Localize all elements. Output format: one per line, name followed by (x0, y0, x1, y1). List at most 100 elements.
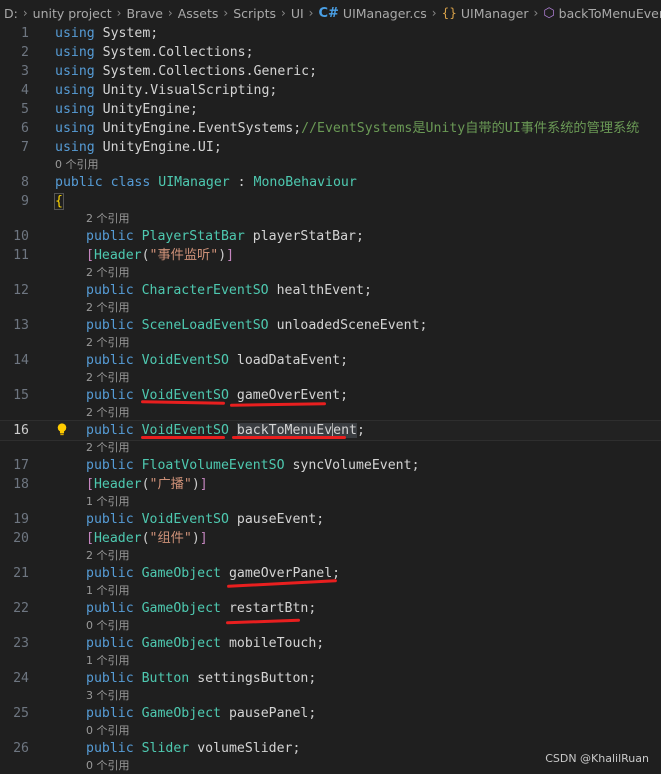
field-name: settingsButton (197, 671, 309, 686)
codelens-label[interactable]: 1 个引用 (86, 583, 130, 599)
line-number: 4 (21, 83, 29, 98)
line-number: 15 (13, 388, 29, 403)
line-number: 14 (13, 353, 29, 368)
codelens-label[interactable]: 2 个引用 (86, 440, 130, 456)
breadcrumb-drive[interactable]: D: (4, 6, 18, 21)
colon: : (229, 175, 254, 190)
keyword: public (86, 512, 134, 527)
codelens-references[interactable]: 0 个引用 (0, 723, 661, 739)
bracket: ] (226, 248, 235, 263)
breadcrumb-folder-unity-project[interactable]: unity project (33, 6, 112, 21)
lightbulb-icon[interactable] (56, 423, 68, 436)
field-name: loadDataEvent (236, 353, 341, 368)
red-underline-annotation (232, 436, 346, 439)
code-line: 5 using UnityEngine; (0, 100, 661, 119)
field-name: playerStatBar (252, 229, 356, 244)
field-type: Button (141, 671, 190, 686)
codelens-references[interactable]: 2 个引用 (0, 405, 661, 421)
keyword: using (55, 102, 95, 117)
breadcrumb-class[interactable]: UIManager (461, 6, 529, 21)
class-braces-icon: {} (441, 6, 457, 20)
line-number: 10 (13, 229, 29, 244)
semicolon: ; (419, 318, 428, 333)
breadcrumb-folder-assets[interactable]: Assets (178, 6, 219, 21)
field-name: restartBtn (228, 601, 309, 616)
keyword: using (55, 83, 95, 98)
line-number: 7 (21, 140, 29, 155)
keyword: public (86, 283, 134, 298)
paren: ( (141, 531, 150, 546)
field-type: Slider (141, 741, 190, 756)
keyword: class (110, 175, 151, 190)
keyword: public (86, 601, 134, 616)
codelens-label[interactable]: 2 个引用 (86, 335, 130, 351)
semicolon: ; (411, 458, 420, 473)
keyword: public (86, 566, 134, 581)
breadcrumb-folder-brave[interactable]: Brave (126, 6, 162, 21)
codelens-references[interactable]: 1 个引用 (0, 583, 661, 599)
codelens-label[interactable]: 2 个引用 (86, 300, 130, 316)
paren: ) (218, 248, 227, 263)
chevron-right-icon: › (308, 6, 314, 20)
keyword: public (86, 388, 134, 403)
field-name: mobileTouch (228, 636, 317, 651)
semicolon: ; (213, 140, 222, 155)
keyword: public (86, 671, 134, 686)
codelens-label[interactable]: 0 个引用 (86, 723, 130, 739)
semicolon: ; (190, 102, 198, 117)
semicolon: ; (357, 423, 365, 438)
breadcrumb-folder-scripts[interactable]: Scripts (233, 6, 276, 21)
line-number: 18 (13, 477, 29, 492)
breadcrumb-field[interactable]: backToMenuEvent (559, 6, 661, 21)
field-type: CharacterEventSO (141, 283, 269, 298)
codelens-references[interactable]: 2 个引用 (0, 335, 661, 351)
bracket: [ (86, 248, 94, 263)
codelens-references[interactable]: 2 个引用 (0, 300, 661, 316)
semicolon: ; (363, 283, 372, 298)
keyword: public (86, 318, 134, 333)
codelens-references[interactable]: 2 个引用 (0, 548, 661, 564)
codelens-references[interactable]: 1 个引用 (0, 653, 661, 669)
semicolon: ; (293, 121, 302, 136)
field-name: unloadedSceneEvent (276, 318, 420, 333)
code-line: 19 public VoidEventSO pauseEvent; (0, 510, 661, 529)
line-number: 23 (13, 636, 29, 651)
field-name: volumeSlider (197, 741, 293, 756)
namespace: UnityEngine.UI (102, 140, 214, 155)
keyword: public (86, 353, 134, 368)
codelens-label[interactable]: 0 个引用 (86, 758, 130, 774)
code-line: 10 public PlayerStatBar playerStatBar; (0, 227, 661, 246)
codelens-label[interactable]: 3 个引用 (86, 688, 130, 704)
chevron-right-icon: › (431, 6, 437, 20)
codelens-references[interactable]: 2 个引用 (0, 211, 661, 227)
codelens-references[interactable]: 3 个引用 (0, 688, 661, 704)
watermark: CSDN @KhalilRuan (545, 752, 649, 765)
line-number: 2 (21, 45, 29, 60)
breadcrumb-file[interactable]: UIManager.cs (343, 6, 427, 21)
line-number: 24 (13, 671, 29, 686)
semicolon: ; (308, 706, 317, 721)
code-editor[interactable]: 1 using System; 2 using System.Collections… (0, 24, 661, 774)
codelens-label[interactable]: 2 个引用 (86, 211, 130, 227)
field-name: pausePanel (228, 706, 309, 721)
code-line: 15 public VoidEventSO gameOverEvent; (0, 386, 661, 405)
codelens-references[interactable]: 2 个引用 (0, 370, 661, 386)
breadcrumb-folder-ui[interactable]: UI (291, 6, 304, 21)
codelens-label[interactable]: 2 个引用 (86, 370, 130, 386)
code-line: 8 public class UIManager : MonoBehaviour (0, 173, 661, 192)
codelens-references[interactable]: 2 个引用 (0, 440, 661, 456)
codelens-references[interactable]: 0 个引用 (0, 618, 661, 634)
codelens-label[interactable]: 0 个引用 (55, 157, 99, 173)
codelens-label[interactable]: 2 个引用 (86, 265, 130, 281)
codelens-references[interactable]: 2 个引用 (0, 265, 661, 281)
keyword: using (55, 45, 95, 60)
codelens-label[interactable]: 0 个引用 (86, 618, 130, 634)
code-line: 24 public Button settingsButton; (0, 669, 661, 688)
codelens-label[interactable]: 2 个引用 (86, 405, 130, 421)
codelens-label[interactable]: 2 个引用 (86, 548, 130, 564)
line-number: 20 (13, 531, 29, 546)
codelens-references[interactable]: 1 个引用 (0, 494, 661, 510)
codelens-label[interactable]: 1 个引用 (86, 653, 130, 669)
codelens-references[interactable]: 0 个引用 (0, 157, 661, 173)
codelens-label[interactable]: 1 个引用 (86, 494, 130, 510)
